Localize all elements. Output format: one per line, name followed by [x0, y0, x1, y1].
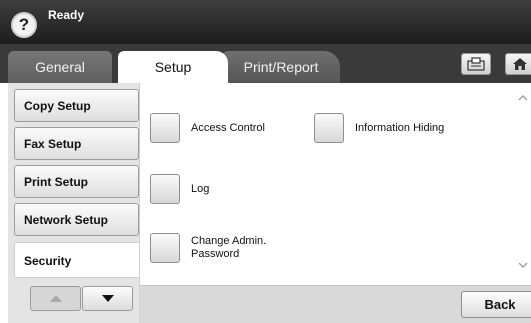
tab-setup[interactable]: Setup [118, 51, 228, 84]
job-status-button[interactable] [461, 53, 491, 75]
tab-bar: General Print/Report Setup [0, 44, 531, 84]
scroll-down-button[interactable] [82, 286, 133, 311]
option-log[interactable]: Log [150, 174, 209, 204]
back-button[interactable]: Back [461, 291, 531, 318]
triangle-up-icon [49, 295, 62, 302]
home-icon [513, 58, 527, 70]
home-button[interactable] [505, 53, 531, 75]
triangle-down-icon [101, 295, 114, 302]
sidebar-item-copy-setup[interactable]: Copy Setup [14, 89, 139, 122]
option-change-admin-password[interactable]: Change Admin. Password [150, 233, 281, 263]
help-button[interactable]: ? [11, 12, 37, 38]
scroll-down-icon[interactable] [518, 262, 528, 269]
scroll-up-icon[interactable] [518, 94, 528, 101]
status-text: Ready [48, 8, 85, 22]
sidebar: Copy Setup Fax Setup Print Setup Network… [8, 83, 145, 323]
option-button[interactable] [150, 113, 180, 143]
tab-general[interactable]: General [8, 51, 112, 83]
option-label: Access Control [191, 121, 265, 134]
option-label: Log [191, 182, 210, 195]
option-button[interactable] [314, 113, 344, 143]
option-information-hiding[interactable]: Information Hiding [314, 113, 444, 143]
screen: ? Ready General Print/Report Setup Copy … [0, 0, 531, 323]
option-button[interactable] [150, 174, 180, 204]
option-access-control[interactable]: Access Control [150, 113, 265, 143]
option-label: Information Hiding [355, 121, 445, 134]
tab-print-report[interactable]: Print/Report [222, 51, 340, 83]
scroll-up-button[interactable] [30, 286, 81, 311]
status-bar: ? Ready [0, 0, 531, 44]
option-label: Change Admin. Password [191, 235, 267, 260]
sidebar-item-print-setup[interactable]: Print Setup [14, 165, 139, 198]
option-button[interactable] [150, 233, 180, 263]
sidebar-item-security[interactable]: Security [14, 242, 145, 278]
sidebar-item-network-setup[interactable]: Network Setup [14, 203, 139, 236]
job-status-icon [467, 57, 485, 71]
sidebar-item-fax-setup[interactable]: Fax Setup [14, 127, 139, 160]
